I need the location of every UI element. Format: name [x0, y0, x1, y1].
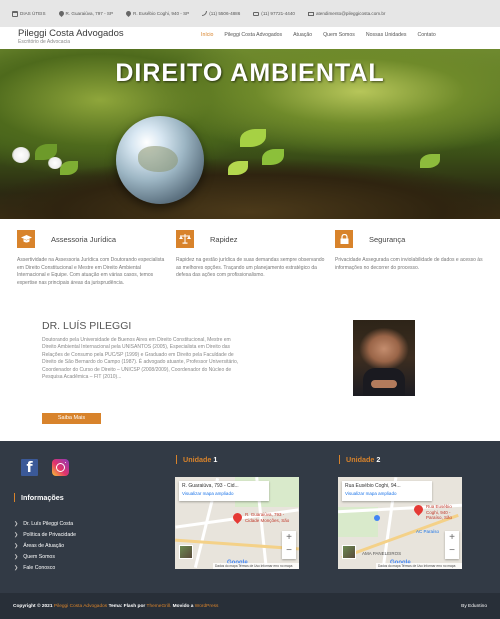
phone-item[interactable]: (11) 5506-4886	[202, 11, 240, 16]
map-attribution[interactable]: Dados do mapa Termos de Uso Informar err…	[376, 563, 462, 569]
footer-link-dr-luis[interactable]: ❯ Dr. Luís Pileggi Costa	[14, 518, 76, 529]
footer-link-privacidade[interactable]: ❯ Política de Privacidade	[14, 529, 76, 540]
site-footer: f Informações ❯ Dr. Luís Pileggi Costa ❯ P…	[0, 441, 500, 593]
chevron-right-icon: ❯	[14, 520, 19, 527]
saiba-mais-button[interactable]: Saiba Mais	[42, 413, 101, 424]
map-zoom-controls[interactable]: + −	[445, 531, 459, 559]
leaf-decoration	[228, 161, 248, 175]
site-logo-title[interactable]: Pileggi Costa Advogados	[18, 28, 124, 39]
hero-title: DIREITO AMBIENTAL	[115, 59, 385, 87]
hero-banner: DIREITO AMBIENTAL	[0, 49, 500, 219]
footer-link-quem-somos[interactable]: ❯ Quem Somos	[14, 551, 76, 562]
facebook-icon[interactable]: f	[21, 459, 38, 476]
site-header: Pileggi Costa Advogados Escritório de Ad…	[0, 27, 500, 49]
top-contact-bar: DIAS ÚTEIS R. Guaraiúva, 797 - SP R. Eus…	[0, 0, 500, 27]
leaf-decoration	[420, 154, 440, 168]
zoom-out-button[interactable]: −	[445, 544, 459, 557]
feature-title: Segurança	[369, 235, 406, 244]
features-section: Assessoria Jurídica Assertividade na Ass…	[0, 230, 500, 330]
place-icon	[374, 515, 380, 521]
copyright-brand-link[interactable]: Pileggi Costa Advogados	[54, 604, 107, 609]
nav-pileggi-costa-advogados[interactable]: Pileggi Costa Advogados	[224, 32, 282, 38]
glass-globe-image	[116, 116, 204, 204]
phone-icon	[202, 11, 208, 16]
map-info-card: Rua Eusébio Coghi, 94... Visualizar mapa…	[342, 481, 432, 501]
footer-links: ❯ Dr. Luís Pileggi Costa ❯ Política de Pri…	[14, 518, 76, 573]
map-info-card: R. Guaraiúva, 793 - Cid... Visualizar ma…	[179, 481, 269, 501]
about-title: DR. LUÍS PILEGGI	[42, 320, 132, 332]
map-pin-icon	[57, 9, 65, 18]
about-text: Doutorando pela Universidade de Buenos A…	[42, 337, 239, 381]
chevron-right-icon: ❯	[14, 531, 19, 538]
photo-hands-shape	[371, 380, 397, 388]
zoom-in-button[interactable]: +	[445, 531, 459, 544]
nav-inicio[interactable]: Início	[201, 32, 213, 38]
satellite-toggle[interactable]	[342, 545, 356, 559]
about-section: DR. LUÍS PILEGGI Doutorando pela Univers…	[0, 318, 500, 428]
fax-icon	[253, 11, 260, 16]
nav-quem-somos[interactable]: Quem Somos	[323, 32, 355, 38]
copyright-text: Copyright © 2021 Pileggi Costa Advogados…	[13, 604, 219, 609]
site-logo-subtitle: Escritório de Advocacia	[18, 39, 70, 45]
main-nav: Início Pileggi Costa Advogados Atuação Q…	[201, 32, 447, 38]
map-pin-label: R. Guaraiúva, 793 - Cidade Monções, São	[245, 512, 290, 523]
place-label: AC Paraíso	[416, 529, 440, 534]
feature-title: Rapidez	[210, 235, 238, 244]
map-pin-icon	[124, 9, 133, 18]
hours-item: DIAS ÚTEIS	[12, 10, 46, 17]
chevron-right-icon: ❯	[14, 564, 19, 571]
author-credit: By Eduntino	[461, 604, 487, 609]
scales-icon	[176, 230, 194, 248]
fax-item: (11) 97721-4440	[253, 11, 295, 16]
unit1-heading: Unidade 1	[176, 455, 217, 464]
flower-decoration	[48, 157, 62, 169]
address1-item: R. Guaraiúva, 797 - SP	[57, 9, 113, 18]
map-pin-icon[interactable]	[231, 511, 244, 524]
map-pin-label: Rua Eusébio Coghi, 940 - Paraíso, São	[426, 504, 453, 520]
nav-atuacao[interactable]: Atuação	[293, 32, 312, 38]
lawyer-photo	[353, 320, 415, 396]
view-larger-map-link[interactable]: Visualizar mapa ampliado	[182, 491, 266, 496]
footer-link-fale-conosco[interactable]: ❯ Fale Conosco	[14, 562, 76, 573]
feature-text: Assertividade na Assessoria Jurídica com…	[17, 257, 165, 286]
nav-nossas-unidades[interactable]: Nossas Unidades	[366, 32, 407, 38]
lock-icon	[335, 230, 353, 248]
chevron-right-icon: ❯	[14, 542, 19, 549]
view-larger-map-link[interactable]: Visualizar mapa ampliado	[345, 491, 429, 496]
wordpress-link[interactable]: WordPress	[195, 604, 219, 609]
social-links: f	[21, 459, 69, 476]
leaf-decoration	[60, 161, 78, 175]
feature-title: Assessoria Jurídica	[51, 235, 117, 244]
envelope-icon	[307, 11, 314, 16]
map-zoom-controls[interactable]: + −	[282, 531, 296, 559]
leaf-decoration	[262, 149, 284, 165]
place-label: AMA PANELEIROS	[362, 551, 402, 556]
unit2-map[interactable]: Rua Eusébio Coghi, 94... Visualizar mapa…	[338, 477, 462, 569]
calendar-icon	[12, 10, 18, 17]
chevron-right-icon: ❯	[14, 553, 19, 560]
unit2-heading: Unidade 2	[339, 455, 380, 464]
map-attribution[interactable]: Dados do mapa Termos de Uso Informar err…	[213, 563, 299, 569]
instagram-icon[interactable]	[52, 459, 69, 476]
zoom-in-button[interactable]: +	[282, 531, 296, 544]
footer-link-areas[interactable]: ❯ Áreas de Atuação	[14, 540, 76, 551]
email-item[interactable]: atendimento@pileggicosta.com.br	[307, 11, 385, 16]
address2-item: R. Eusébio Coghi, 940 - SP	[124, 9, 189, 18]
graduation-cap-icon	[17, 230, 35, 248]
feature-text: Rapidez na gestão jurídica de suas deman…	[176, 257, 325, 279]
footer-info-heading: Informações	[14, 493, 64, 502]
nav-contato[interactable]: Contato	[418, 32, 436, 38]
copyright-bar: Copyright © 2021 Pileggi Costa Advogados…	[0, 593, 500, 619]
zoom-out-button[interactable]: −	[282, 544, 296, 557]
unit1-map[interactable]: R. Guaraiúva, 793 - Cid... Visualizar ma…	[175, 477, 299, 569]
satellite-toggle[interactable]	[179, 545, 193, 559]
theme-link[interactable]: ThemeGrill.	[147, 604, 172, 609]
feature-text: Privacidade Assegurada com inviolabilida…	[335, 257, 483, 271]
flower-decoration	[12, 147, 30, 163]
leaf-decoration	[240, 129, 266, 147]
